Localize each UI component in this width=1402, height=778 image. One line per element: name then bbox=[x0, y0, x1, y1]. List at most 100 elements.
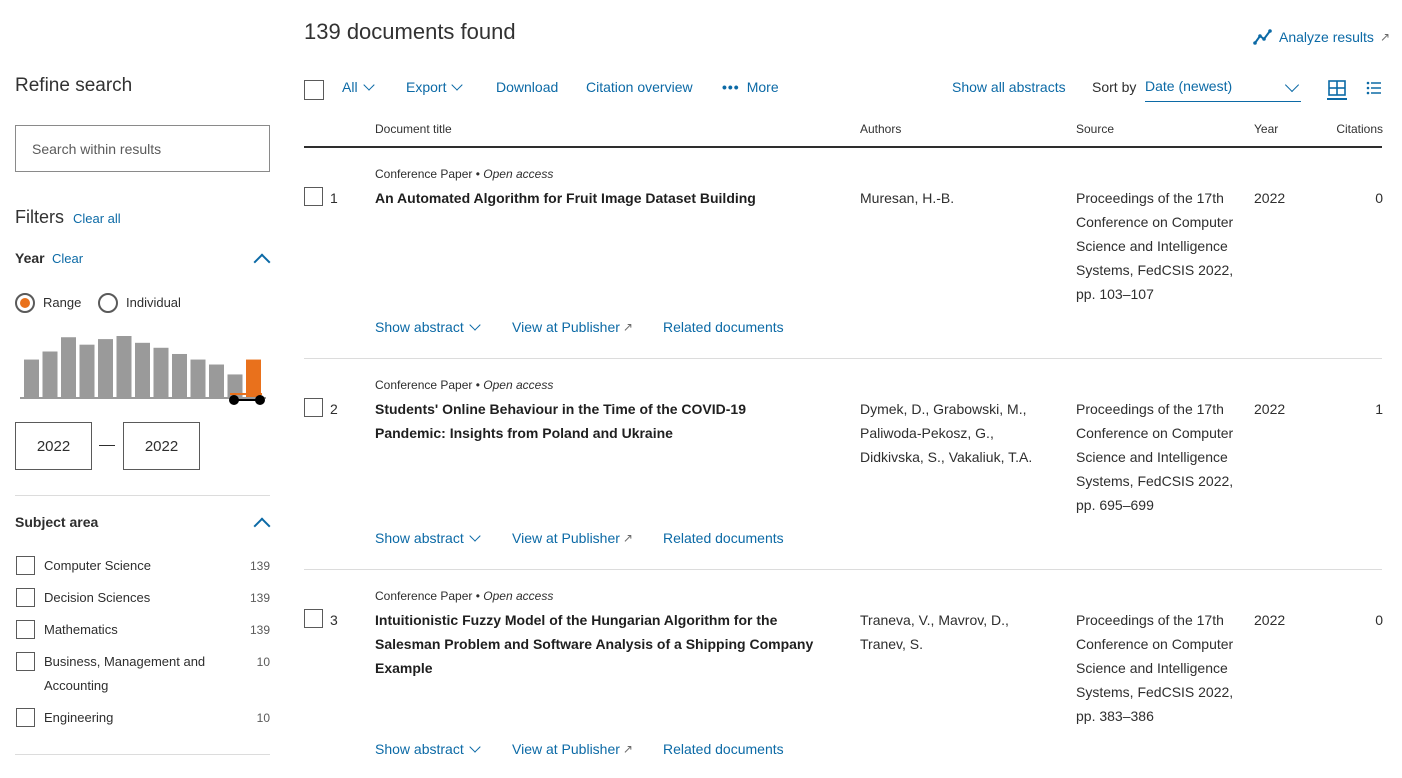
year-value: 2022 bbox=[1254, 190, 1286, 206]
show-all-abstracts-button[interactable]: Show all abstracts bbox=[952, 79, 1066, 95]
trend-chart-icon bbox=[1253, 29, 1272, 45]
column-header-authors[interactable]: Authors bbox=[860, 122, 901, 136]
subject-count: 10 bbox=[256, 655, 270, 669]
sort-select-value: Date (newest) bbox=[1145, 78, 1233, 94]
row-number: 1 bbox=[330, 190, 338, 206]
clear-all-filters-link[interactable]: Clear all bbox=[73, 211, 121, 226]
related-documents-link[interactable]: Related documents bbox=[663, 530, 784, 546]
row-number: 2 bbox=[330, 401, 338, 417]
source-link[interactable]: Proceedings of the 17th Conference on Co… bbox=[1076, 608, 1251, 728]
subject-label: Business, Management and Accounting bbox=[44, 654, 206, 693]
citations-value[interactable]: 0 bbox=[1340, 190, 1383, 206]
source-link[interactable]: Proceedings of the 17th Conference on Co… bbox=[1076, 186, 1251, 306]
histogram-bar bbox=[153, 347, 169, 398]
authors-link[interactable]: Traneva, V., Mavrov, D., Tranev, S. bbox=[860, 608, 1040, 656]
grid-view-icon[interactable] bbox=[1326, 78, 1348, 100]
open-access-label: Open access bbox=[483, 167, 554, 181]
histogram-bar bbox=[42, 351, 58, 398]
related-documents-link[interactable]: Related documents bbox=[663, 741, 784, 757]
select-all-checkbox[interactable] bbox=[304, 80, 324, 100]
individual-radio[interactable] bbox=[98, 293, 118, 313]
view-at-publisher-link[interactable]: View at Publisher ↗ bbox=[512, 741, 633, 757]
authors-link[interactable]: Muresan, H.-B. bbox=[860, 186, 1060, 210]
range-slider-handle-end[interactable] bbox=[255, 395, 265, 405]
view-at-publisher-label: View at Publisher bbox=[512, 319, 620, 335]
external-arrow-icon: ↗ bbox=[622, 320, 633, 334]
year-histogram[interactable] bbox=[20, 330, 268, 410]
document-type-label: Conference Paper bbox=[375, 167, 473, 181]
view-at-publisher-link[interactable]: View at Publisher ↗ bbox=[512, 319, 633, 335]
document-title-link[interactable]: Students' Online Behaviour in the Time o… bbox=[375, 397, 795, 445]
subject-checkbox-engineering[interactable] bbox=[16, 708, 35, 727]
document-title-link[interactable]: Intuitionistic Fuzzy Model of the Hungar… bbox=[375, 608, 815, 680]
download-button[interactable]: Download bbox=[496, 79, 558, 95]
year-filter-title: Year bbox=[15, 250, 45, 266]
document-type-label: Conference Paper bbox=[375, 589, 473, 603]
external-arrow-icon: ↗ bbox=[622, 742, 633, 756]
show-abstract-label: Show abstract bbox=[375, 319, 464, 335]
chevron-down-icon bbox=[362, 79, 375, 91]
search-within-results-input[interactable]: Search within results bbox=[15, 125, 270, 172]
source-link[interactable]: Proceedings of the 17th Conference on Co… bbox=[1076, 397, 1251, 517]
view-at-publisher-label: View at Publisher bbox=[512, 530, 620, 546]
subject-label: Computer Science bbox=[44, 558, 151, 573]
individual-radio-label: Individual bbox=[126, 295, 181, 310]
year-to-input[interactable]: 2022 bbox=[123, 422, 200, 470]
refine-search-title: Refine search bbox=[15, 75, 133, 96]
open-access-label: Open access bbox=[483, 589, 554, 603]
histogram-bar bbox=[209, 364, 224, 398]
column-header-citations[interactable]: Citations bbox=[1330, 122, 1383, 136]
show-abstract-button[interactable]: Show abstract bbox=[375, 741, 481, 757]
row-checkbox[interactable] bbox=[304, 609, 323, 628]
row-number: 3 bbox=[330, 612, 338, 628]
row-divider bbox=[304, 358, 1382, 359]
citations-value[interactable]: 1 bbox=[1340, 401, 1383, 417]
list-view-icon[interactable] bbox=[1366, 80, 1382, 96]
histogram-bar bbox=[246, 359, 261, 398]
chevron-down-icon bbox=[1284, 77, 1300, 93]
subject-count: 10 bbox=[256, 711, 270, 725]
year-clear-link[interactable]: Clear bbox=[52, 251, 83, 266]
view-at-publisher-label: View at Publisher bbox=[512, 741, 620, 757]
show-abstract-button[interactable]: Show abstract bbox=[375, 530, 481, 546]
document-title-link[interactable]: An Automated Algorithm for Fruit Image D… bbox=[375, 186, 815, 210]
external-arrow-icon: ↗ bbox=[1379, 30, 1390, 44]
year-collapse-chevron-icon[interactable] bbox=[253, 253, 271, 271]
range-radio[interactable] bbox=[15, 293, 35, 313]
column-header-title[interactable]: Document title bbox=[375, 122, 452, 136]
more-button[interactable]: ••• More bbox=[722, 79, 779, 95]
subject-label: Decision Sciences bbox=[44, 590, 151, 605]
histogram-bar bbox=[98, 339, 113, 398]
row-checkbox[interactable] bbox=[304, 398, 323, 417]
related-documents-link[interactable]: Related documents bbox=[663, 319, 784, 335]
year-histogram-svg bbox=[20, 336, 266, 405]
authors-link[interactable]: Dymek, D., Grabowski, M., Paliwoda-Pekos… bbox=[860, 397, 1055, 469]
table-header-divider bbox=[304, 146, 1382, 148]
subject-checkbox-decision-sciences[interactable] bbox=[16, 588, 35, 607]
subject-label: Mathematics bbox=[44, 622, 118, 637]
year-from-input[interactable]: 2022 bbox=[15, 422, 92, 470]
subject-count: 139 bbox=[249, 559, 270, 573]
subject-checkbox-mathematics[interactable] bbox=[16, 620, 35, 639]
row-divider bbox=[304, 569, 1382, 570]
export-dropdown[interactable]: Export bbox=[406, 79, 464, 95]
sort-select[interactable]: Date (newest) bbox=[1145, 77, 1301, 102]
subject-collapse-chevron-icon[interactable] bbox=[253, 517, 271, 535]
subject-checkbox-business[interactable] bbox=[16, 652, 35, 671]
show-abstract-button[interactable]: Show abstract bbox=[375, 319, 481, 335]
select-all-dropdown[interactable]: All bbox=[342, 79, 375, 95]
search-within-results-placeholder: Search within results bbox=[32, 140, 162, 157]
range-slider-handle-start[interactable] bbox=[229, 395, 239, 405]
all-label: All bbox=[342, 79, 358, 95]
column-header-source[interactable]: Source bbox=[1076, 122, 1114, 136]
row-checkbox[interactable] bbox=[304, 187, 323, 206]
open-access-label: Open access bbox=[483, 378, 554, 392]
view-at-publisher-link[interactable]: View at Publisher ↗ bbox=[512, 530, 633, 546]
histogram-bar bbox=[79, 344, 95, 398]
column-header-year[interactable]: Year bbox=[1254, 122, 1278, 136]
analyze-results-link[interactable]: Analyze results ↗ bbox=[1253, 29, 1390, 45]
subject-checkbox-computer-science[interactable] bbox=[16, 556, 35, 575]
citations-value[interactable]: 0 bbox=[1340, 612, 1383, 628]
year-to-value: 2022 bbox=[144, 437, 179, 455]
citation-overview-button[interactable]: Citation overview bbox=[586, 79, 693, 95]
